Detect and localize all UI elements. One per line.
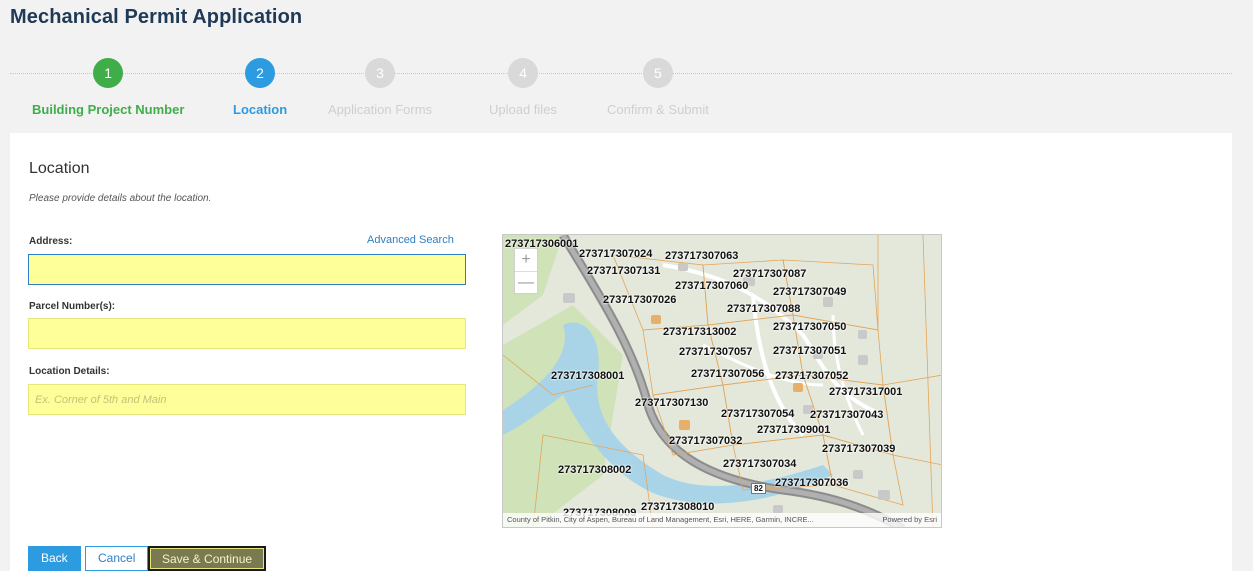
location-details-input[interactable]: [28, 384, 466, 415]
step-label: Location: [233, 102, 288, 117]
map-attribution: County of Pitkin, City of Aspen, Bureau …: [503, 513, 941, 527]
parcel-label: 273717306001: [505, 238, 579, 250]
progress-stepper: 1 Building Project Number 2 Location 3 A…: [10, 44, 1232, 124]
parcel-label: 273717307050: [773, 321, 847, 333]
parcel-label: 273717307039: [822, 443, 896, 455]
step-label: Building Project Number: [32, 102, 185, 117]
parcel-label: 273717307063: [665, 250, 739, 262]
parcel-label: 273717307043: [810, 409, 884, 421]
step-number: 2: [245, 58, 276, 88]
parcel-label: 273717308010: [641, 501, 715, 513]
parcel-label: 273717307087: [733, 268, 807, 280]
parcel-label: 273717307051: [773, 345, 847, 357]
step-upload-files: 4 Upload files: [489, 58, 557, 117]
attribution-text: County of Pitkin, City of Aspen, Bureau …: [507, 515, 814, 524]
step-label: Confirm & Submit: [607, 102, 709, 117]
parcel-label: 273717308001: [551, 370, 625, 382]
parcel-label: 273717307054: [721, 408, 795, 420]
step-location[interactable]: 2 Location: [233, 58, 287, 117]
parcel-label: 273717307034: [723, 458, 797, 470]
parcel-label: 273717309001: [757, 424, 831, 436]
section-title: Location: [29, 160, 90, 177]
parcel-label: 273717313002: [663, 326, 737, 338]
step-number: 4: [507, 58, 538, 88]
parcel-label: 273717307052: [775, 370, 849, 382]
step-label: Application Forms: [328, 102, 433, 117]
road-shield-icon: 82: [751, 483, 766, 494]
step-number: 5: [642, 58, 673, 88]
step-application-forms: 3 Application Forms: [328, 58, 432, 117]
advanced-search-link[interactable]: Advanced Search: [367, 234, 454, 246]
parcel-label: 273717308002: [558, 464, 632, 476]
step-label: Upload files: [489, 102, 557, 117]
location-details-label: Location Details:: [29, 366, 110, 377]
cancel-button[interactable]: Cancel: [85, 546, 149, 571]
section-subtitle: Please provide details about the locatio…: [29, 193, 212, 204]
step-building-project-number[interactable]: 1 Building Project Number: [32, 58, 184, 117]
parcel-label: 273717307032: [669, 435, 743, 447]
back-button[interactable]: Back: [28, 546, 81, 571]
parcel-label: 273717307057: [679, 346, 753, 358]
step-confirm-submit: 5 Confirm & Submit: [607, 58, 709, 117]
parcel-number-input[interactable]: [28, 318, 466, 349]
page-title: Mechanical Permit Application: [10, 6, 303, 28]
map-zoom-control: + —: [514, 248, 538, 294]
parcel-label: 273717307056: [691, 368, 765, 380]
parcel-label: 273717307026: [603, 294, 677, 306]
parcel-label: 273717317001: [829, 386, 903, 398]
zoom-out-button[interactable]: —: [515, 271, 537, 293]
parcel-label: 273717307036: [775, 477, 849, 489]
address-input[interactable]: [28, 254, 466, 285]
address-label: Address:: [29, 236, 73, 247]
parcel-label: 273717307130: [635, 397, 709, 409]
save-continue-button[interactable]: Save & Continue: [148, 546, 267, 571]
parcel-label: 273717307049: [773, 286, 847, 298]
zoom-in-button[interactable]: +: [515, 249, 537, 271]
step-number: 3: [365, 58, 396, 88]
parcel-label: 273717307024: [579, 248, 653, 260]
parcel-label: 273717307060: [675, 280, 749, 292]
location-panel: Location Please provide details about th…: [10, 133, 1232, 571]
parcel-label: 273717307131: [587, 265, 661, 277]
parcel-map[interactable]: + — 273717306001 273717307024 2737173070…: [502, 234, 942, 528]
step-number: 1: [93, 58, 124, 88]
parcel-label: 273717307088: [727, 303, 801, 315]
powered-by-esri[interactable]: Powered by Esri: [882, 513, 937, 527]
parcel-number-label: Parcel Number(s):: [29, 301, 116, 312]
